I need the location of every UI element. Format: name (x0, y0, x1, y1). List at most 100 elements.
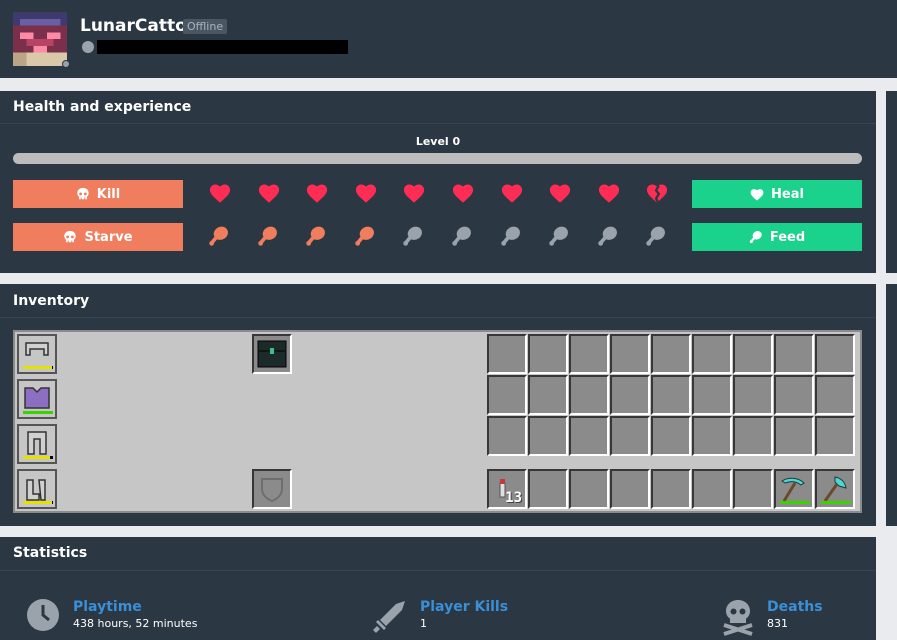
inventory-slot[interactable] (569, 416, 609, 456)
status-badge: Offline (183, 19, 228, 34)
kill-button-label: Kill (96, 186, 121, 202)
offhand-slot[interactable] (252, 334, 292, 374)
shield-placeholder-icon (261, 478, 283, 503)
hotbar-slot[interactable] (528, 469, 568, 509)
hotbar-slot[interactable] (651, 469, 691, 509)
heal-button-label: Heal (771, 186, 804, 202)
inventory-slot[interactable] (815, 375, 855, 415)
drumstick-icon (355, 226, 374, 246)
armor-slot[interactable] (17, 424, 57, 464)
drumstick-icon (749, 231, 762, 244)
profile-header: LunarCatto Offline (0, 0, 897, 78)
inventory-grid: 13 (13, 330, 862, 513)
skull-icon (64, 230, 77, 243)
armor-slot[interactable] (17, 469, 57, 509)
drumstick-icon (549, 226, 569, 246)
side-panel (886, 284, 897, 526)
divider (0, 317, 876, 318)
inventory-slot[interactable] (815, 416, 855, 456)
inventory-slot[interactable] (774, 375, 814, 415)
inventory-slot[interactable] (733, 375, 773, 415)
durability-bar (780, 501, 810, 504)
divider (0, 123, 876, 124)
armor-slot[interactable] (17, 334, 57, 374)
heart-icon (209, 184, 231, 203)
drumstick-icon (257, 226, 277, 246)
inventory-slot[interactable] (692, 416, 732, 456)
drumstick-icon (598, 226, 617, 246)
helmet-icon (25, 342, 49, 356)
player-kills-label: Player Kills (420, 599, 509, 615)
hotbar-slot[interactable] (815, 469, 855, 509)
skull-crossbones-icon (723, 600, 753, 636)
durability-bar (821, 501, 851, 504)
hotbar-slot[interactable] (774, 469, 814, 509)
drumstick-icon (646, 226, 666, 246)
kill-button[interactable]: Kill (13, 180, 183, 208)
hotbar-slot[interactable] (610, 469, 650, 509)
item-count: 13 (505, 490, 522, 506)
hotbar-slot[interactable]: 13 (487, 469, 527, 509)
inventory-slot[interactable] (528, 416, 568, 456)
inventory-slot[interactable] (528, 375, 568, 415)
inventory-slot[interactable] (774, 416, 814, 456)
inventory-slot[interactable] (487, 334, 527, 374)
heart-icon (750, 188, 764, 201)
feed-button-label: Feed (769, 229, 806, 245)
xp-bar (13, 153, 862, 164)
starve-button[interactable]: Starve (13, 223, 183, 251)
heart-icon (550, 184, 571, 203)
sword-icon (373, 601, 405, 633)
user-icon (82, 41, 94, 53)
inventory-slot[interactable] (692, 375, 732, 415)
inventory-slot[interactable] (774, 334, 814, 374)
heart-icon (355, 184, 376, 203)
inventory-slot[interactable] (487, 416, 527, 456)
armor-slot[interactable] (17, 379, 57, 419)
leggings-icon (27, 431, 47, 455)
heart-icon (307, 184, 328, 203)
boots-icon (26, 479, 46, 501)
inventory-slot[interactable] (651, 416, 691, 456)
inventory-slot[interactable] (610, 375, 650, 415)
hotbar-slot[interactable] (733, 469, 773, 509)
inventory-slot[interactable] (610, 334, 650, 374)
redacted-uuid (97, 40, 348, 54)
inventory-slot[interactable] (528, 334, 568, 374)
statistics-panel-title: Statistics (13, 545, 88, 561)
hotbar-slot[interactable] (692, 469, 732, 509)
durability-bar (23, 501, 53, 504)
heart-icon (404, 184, 425, 203)
feed-button[interactable]: Feed (692, 223, 862, 251)
heart-icon (501, 184, 522, 203)
inventory-slot[interactable] (569, 334, 609, 374)
side-panel (886, 91, 897, 273)
hotbar-slot[interactable] (569, 469, 609, 509)
drumstick-icon (306, 226, 326, 246)
inventory-slot[interactable] (733, 334, 773, 374)
heart-icon (647, 184, 668, 203)
inventory-slot[interactable] (487, 375, 527, 415)
ender-chest-icon (257, 340, 287, 368)
player-kills-value: 1 (420, 617, 427, 630)
drumstick-icon (500, 226, 520, 246)
inventory-slot[interactable] (569, 375, 609, 415)
shield-slot[interactable] (252, 469, 292, 509)
username: LunarCatto (80, 16, 187, 36)
starve-button-label: Starve (84, 229, 133, 245)
chestplate-icon (24, 387, 50, 409)
inventory-slot[interactable] (692, 334, 732, 374)
divider (0, 570, 876, 571)
inventory-panel-title: Inventory (13, 293, 90, 309)
clock-icon (27, 599, 59, 631)
durability-bar (23, 456, 53, 459)
playtime-value: 438 hours, 52 minutes (73, 617, 198, 630)
heal-button[interactable]: Heal (692, 180, 862, 208)
inventory-slot[interactable] (651, 375, 691, 415)
heart-icon (598, 184, 619, 203)
inventory-slot[interactable] (610, 416, 650, 456)
inventory-slot[interactable] (651, 334, 691, 374)
heart-icon (258, 184, 279, 203)
inventory-slot[interactable] (815, 334, 855, 374)
inventory-slot[interactable] (733, 416, 773, 456)
